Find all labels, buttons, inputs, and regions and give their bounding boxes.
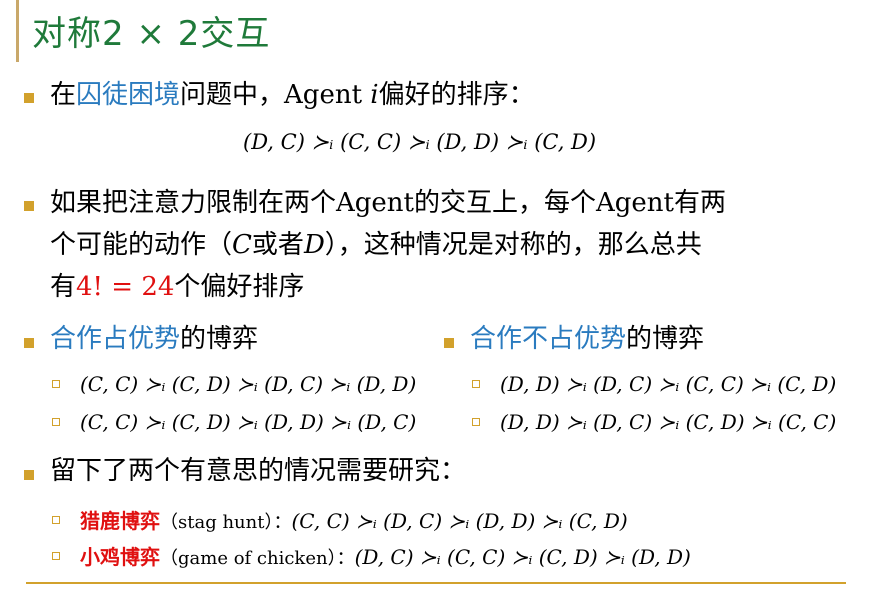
coop-not-dominant-suffix: 的博弈 [626,324,705,354]
bullet2-line1: 如果把注意力限制在两个Agent的交互上，每个Agent有两 [50,188,727,218]
coop-not-dominant-heading: 合作不占优势的博弈 [470,322,704,357]
action-d: D [303,230,325,260]
bullet2-line2: 个可能的动作（C或者D），这种情况是对称的，那么总共 [50,228,702,263]
stag-hunt-item: 猎鹿博弈（stag hunt）：(C, C) ≻ᵢ (D, C) ≻ᵢ (D, … [80,505,628,534]
sub-bullet-marker [472,418,480,426]
slide-title: 对称2 × 2交互 [32,14,271,54]
sub-bullet-marker [52,418,60,426]
prisoners-dilemma-link[interactable]: 囚徒困境 [76,80,180,110]
coop-not-dominant-item-1: (D, D) ≻ᵢ (D, C) ≻ᵢ (C, C) ≻ᵢ (C, D) [500,372,837,396]
coop-dominant-suffix: 的博弈 [180,324,259,354]
coop-dominant-heading: 合作占优势的博弈 [50,322,258,357]
bullet1-tail: 偏好的排序： [378,80,535,110]
bullet-marker [444,338,454,348]
sub-bullet-marker [52,380,60,388]
bullet-marker [24,338,34,348]
action-c: C [232,230,252,260]
slide: 对称2 × 2交互 在囚徒困境问题中，Agent i偏好的排序： (D, C) … [0,0,873,590]
bullet2-line2-a: 个可能的动作（ [50,230,233,260]
sub-bullet-marker [52,516,60,524]
bullet2-line3-b: 个偏好排序 [174,272,305,302]
bullet1-text: 在囚徒困境问题中，Agent i偏好的排序： [50,78,535,113]
bullet2-line2-c: ），这种情况是对称的，那么总共 [324,230,702,260]
bullet2-line2-b: 或者 [251,230,304,260]
chicken-formula: (D, C) ≻ᵢ (C, C) ≻ᵢ (C, D) ≻ᵢ (D, D) [354,545,691,569]
bullet-marker [24,201,34,211]
chicken-name: 小鸡博弈 [80,545,160,569]
coop-dominant-item-1: (C, C) ≻ᵢ (C, D) ≻ᵢ (D, C) ≻ᵢ (D, D) [80,372,417,396]
coop-not-dominant-item-2: (D, D) ≻ᵢ (D, C) ≻ᵢ (C, D) ≻ᵢ (C, C) [500,410,837,434]
title-accent-bar [16,0,19,62]
coop-dominant-label: 合作占优势 [50,324,181,354]
stag-hunt-english: （stag hunt）： [160,512,292,533]
footer-divider [26,582,846,584]
chicken-item: 小鸡博弈（game of chicken）：(D, C) ≻ᵢ (C, C) ≻… [80,541,691,570]
bullet-marker [24,93,34,103]
bullet1-prefix: 在 [50,80,77,110]
bullet1-suffix: 问题中，Agent [180,80,371,110]
agent-i: i [370,80,379,110]
bullet4-text: 留下了两个有意思的情况需要研究： [50,456,467,486]
bullet-marker [24,470,34,480]
coop-dominant-item-2: (C, C) ≻ᵢ (C, D) ≻ᵢ (D, D) ≻ᵢ (D, C) [80,410,417,434]
sub-bullet-marker [52,552,60,560]
chicken-english: （game of chicken）： [160,548,355,569]
count-24: 4! = 24 [76,272,175,302]
stag-hunt-name: 猎鹿博弈 [80,509,160,533]
bullet1-formula: (D, C) ≻ᵢ (C, C) ≻ᵢ (D, D) ≻ᵢ (C, D) [243,130,597,154]
stag-hunt-formula: (C, C) ≻ᵢ (D, C) ≻ᵢ (D, D) ≻ᵢ (C, D) [291,509,628,533]
bullet2-line3: 有4! = 24个偏好排序 [50,270,304,305]
coop-not-dominant-label: 合作不占优势 [470,324,627,354]
sub-bullet-marker [472,380,480,388]
bullet2-line3-a: 有 [50,272,77,302]
